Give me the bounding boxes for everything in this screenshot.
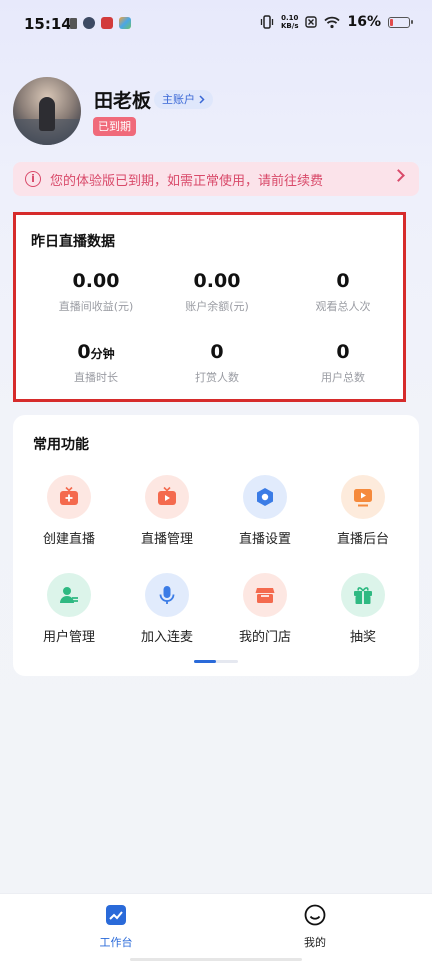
yesterday-stats-card: 昨日直播数据 0.00 直播间收益(元) 0.00 账户余额(元) 0 观看总人… [13, 212, 406, 402]
stat-label: 直播间收益(元) [58, 300, 134, 313]
stat-number: 0.00 [193, 270, 241, 292]
tab-mine[interactable]: 我的 [275, 904, 355, 950]
stat-live-duration: 0分钟 直播时长 [31, 341, 161, 385]
create-live-button[interactable]: 创建直播 [21, 475, 117, 547]
common-functions-card: 常用功能 创建直播 直播管理 直播设置 直播后台 用户管理 加入连麦 我的门店 … [13, 415, 419, 676]
battery-icon [388, 16, 413, 28]
vibrate-icon [260, 15, 274, 29]
user-manage-icon [47, 573, 91, 617]
function-label: 创建直播 [42, 532, 95, 547]
stats-title: 昨日直播数据 [31, 234, 115, 250]
stat-unit: 分钟 [90, 347, 115, 361]
stat-value: 0 [278, 341, 408, 363]
gift-icon [341, 573, 385, 617]
wifi-icon [324, 16, 341, 28]
home-indicator[interactable] [130, 958, 302, 961]
live-backend-icon [341, 475, 385, 519]
microphone-icon [145, 573, 189, 617]
live-backend-button[interactable]: 直播后台 [315, 475, 411, 547]
bottom-nav: 工作台 我的 [0, 893, 432, 964]
gallery-icon [119, 17, 131, 29]
my-store-button[interactable]: 我的门店 [217, 573, 313, 645]
account-switch-button[interactable]: 主账户 [154, 90, 213, 109]
expiry-notice[interactable]: i 您的体验版已到期，如需正常使用，请前往续费 [13, 162, 419, 196]
battery-percent: 16% [347, 14, 381, 30]
function-label: 直播后台 [336, 532, 389, 547]
tab-label: 我的 [304, 936, 326, 949]
stat-value: 0 [278, 270, 408, 292]
stat-label: 直播时长 [74, 371, 118, 384]
app-notification-icon [83, 17, 95, 29]
function-label: 直播管理 [140, 532, 193, 547]
net-speed-value: 0.10 [281, 14, 299, 22]
join-mic-button[interactable]: 加入连麦 [119, 573, 215, 645]
notice-text: 您的体验版已到期，如需正常使用，请前往续费 [50, 173, 324, 189]
function-label: 抽奖 [349, 630, 376, 645]
stat-label: 打赏人数 [195, 371, 239, 384]
no-sim-icon [305, 16, 318, 28]
store-icon [243, 573, 287, 617]
function-label: 我的门店 [238, 630, 291, 645]
net-speed-unit: KB/s [281, 22, 299, 30]
net-speed: 0.10 KB/s [281, 14, 298, 30]
info-icon: i [25, 171, 41, 187]
live-settings-button[interactable]: 直播设置 [217, 475, 313, 547]
stat-total-users: 0 用户总数 [278, 341, 408, 385]
stat-number: 0 [336, 270, 350, 292]
status-right: 0.10 KB/s 16% [260, 14, 413, 30]
create-live-icon [47, 475, 91, 519]
stat-total-views: 0 观看总人次 [278, 270, 408, 314]
app-notification-icon [101, 17, 113, 29]
user-name: 田老板 [94, 90, 152, 112]
stat-number: 0.00 [72, 270, 120, 292]
stat-number: 0 [210, 341, 224, 363]
stat-label: 用户总数 [321, 371, 365, 384]
sim-icon [70, 17, 77, 29]
stat-live-revenue: 0.00 直播间收益(元) [31, 270, 161, 314]
stat-label: 观看总人次 [315, 300, 371, 313]
status-bar: 15:14 0.10 KB/s 16% [0, 0, 432, 50]
user-manage-button[interactable]: 用户管理 [21, 573, 117, 645]
battery-level [390, 18, 394, 26]
stat-number: 0 [336, 341, 350, 363]
tab-workbench[interactable]: 工作台 [76, 904, 156, 950]
functions-title: 常用功能 [33, 437, 89, 453]
workbench-icon [106, 905, 126, 925]
live-manage-button[interactable]: 直播管理 [119, 475, 215, 547]
function-label: 用户管理 [42, 630, 95, 645]
chevron-right-icon [199, 95, 205, 104]
stat-number: 0 [77, 341, 91, 363]
stat-value: 0 [152, 341, 282, 363]
status-badge: 已到期 [93, 117, 136, 136]
page-indicator [194, 660, 238, 663]
status-time: 15:14 [24, 15, 72, 33]
stat-tippers: 0 打赏人数 [152, 341, 282, 385]
stat-account-balance: 0.00 账户余额(元) [152, 270, 282, 314]
notification-icons [70, 17, 131, 29]
tab-label: 工作台 [99, 936, 133, 949]
page-indicator-active [194, 660, 216, 663]
function-label: 加入连麦 [140, 630, 193, 645]
live-manage-icon [145, 475, 189, 519]
chevron-right-icon[interactable] [392, 169, 405, 182]
stat-value: 0分钟 [31, 341, 161, 363]
stat-value: 0.00 [31, 270, 161, 292]
stat-label: 账户余额(元) [185, 300, 249, 313]
stat-value: 0.00 [152, 270, 282, 292]
account-tag-label: 主账户 [162, 93, 195, 106]
live-settings-icon [243, 475, 287, 519]
avatar[interactable] [13, 77, 81, 145]
avatar-figure [39, 97, 55, 131]
smiley-icon [304, 904, 326, 926]
lottery-button[interactable]: 抽奖 [315, 573, 411, 645]
function-label: 直播设置 [238, 532, 291, 547]
